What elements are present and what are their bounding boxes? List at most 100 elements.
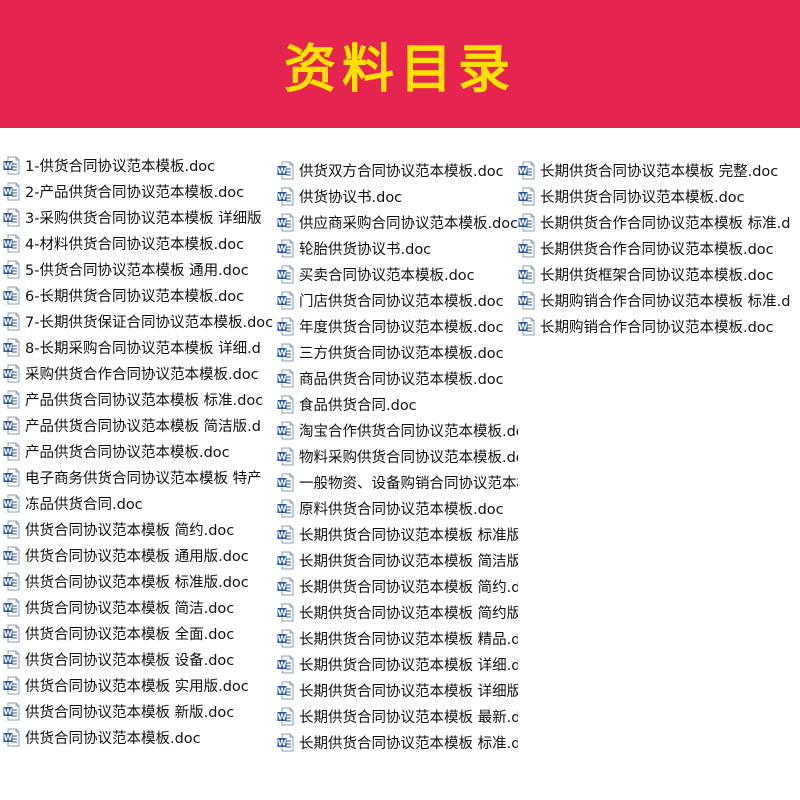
word-doc-icon: W: [518, 317, 535, 336]
svg-text:W: W: [519, 296, 528, 305]
svg-text:W: W: [4, 629, 13, 638]
file-item[interactable]: W 供货双方合同协议范本模板.doc: [277, 157, 518, 183]
file-item[interactable]: W 年度供货合同协议范本模板.doc: [277, 313, 518, 339]
word-doc-icon: W: [3, 234, 20, 253]
file-item[interactable]: W 7-长期供货保证合同协议范本模板.doc: [3, 308, 276, 334]
file-item[interactable]: W 商品供货合同协议范本模板.doc: [277, 365, 518, 391]
svg-text:W: W: [4, 525, 13, 534]
file-item[interactable]: W 轮胎供货协议书.doc: [277, 235, 518, 261]
svg-text:W: W: [4, 655, 13, 664]
svg-text:W: W: [519, 244, 528, 253]
svg-text:W: W: [4, 473, 13, 482]
file-name: 长期购销合作合同协议范本模板.doc: [540, 319, 774, 336]
file-name: 4-材料供货合同协议范本模板.doc: [25, 236, 245, 253]
file-item[interactable]: W 长期购销合作合同协议范本模板.doc: [518, 313, 800, 339]
file-item[interactable]: W 长期供货合同协议范本模板 标准.doc: [277, 729, 518, 755]
file-item[interactable]: W 产品供货合同协议范本模板 标准.doc: [3, 386, 276, 412]
word-doc-icon: W: [3, 338, 20, 357]
file-item[interactable]: W 长期供货合同协议范本模板 完整.doc: [518, 157, 800, 183]
file-name: 8-长期采购合同协议范本模板 详细.d: [25, 340, 261, 357]
svg-text:W: W: [278, 400, 287, 409]
file-item[interactable]: W 2-产品供货合同协议范本模板.doc: [3, 178, 276, 204]
file-item[interactable]: W 物料采购供货合同协议范本模板.doc: [277, 443, 518, 469]
file-item[interactable]: W 三方供货合同协议范本模板.doc: [277, 339, 518, 365]
file-name: 供货合同协议范本模板 实用版.doc: [25, 678, 249, 695]
file-item[interactable]: W 供货合同协议范本模板 设备.doc: [3, 646, 276, 672]
file-item[interactable]: W 1-供货合同协议范本模板.doc: [3, 152, 276, 178]
file-name: 物料采购供货合同协议范本模板.doc: [299, 449, 518, 466]
word-doc-icon: W: [3, 520, 20, 539]
svg-text:W: W: [4, 161, 13, 170]
file-name: 一般物资、设备购销合同协议范本模板.doc: [299, 475, 518, 492]
file-item[interactable]: W 长期供货合同协议范本模板 简洁版.doc: [277, 547, 518, 573]
file-item[interactable]: W 供货合同协议范本模板 标准版.doc: [3, 568, 276, 594]
file-item[interactable]: W 长期供货合同协议范本模板 最新.doc: [277, 703, 518, 729]
svg-text:W: W: [278, 218, 287, 227]
file-item[interactable]: W 一般物资、设备购销合同协议范本模板.doc: [277, 469, 518, 495]
file-item[interactable]: W 供货合同协议范本模板 简约.doc: [3, 516, 276, 542]
file-item[interactable]: W 长期供货合同协议范本模板 标准版.doc: [277, 521, 518, 547]
file-name: 长期供货合同协议范本模板 简约.doc: [299, 579, 518, 596]
file-item[interactable]: W 供货合同协议范本模板.doc: [3, 724, 276, 750]
file-name: 食品供货合同.doc: [299, 397, 417, 414]
file-item[interactable]: W 3-采购供货合同协议范本模板 详细版: [3, 204, 276, 230]
file-item[interactable]: W 长期供货合同协议范本模板 简约.doc: [277, 573, 518, 599]
file-item[interactable]: W 长期供货合作合同协议范本模板.doc: [518, 235, 800, 261]
word-doc-icon: W: [3, 312, 20, 331]
file-column-2: W 供货双方合同协议范本模板.doc W 供货协议书.doc W 供应商采购合同协议范本模…: [277, 157, 518, 755]
file-item[interactable]: W 采购供货合作合同协议范本模板.doc: [3, 360, 276, 386]
file-item[interactable]: W 供货协议书.doc: [277, 183, 518, 209]
file-item[interactable]: W 供货合同协议范本模板 实用版.doc: [3, 672, 276, 698]
file-item[interactable]: W 产品供货合同协议范本模板.doc: [3, 438, 276, 464]
file-item[interactable]: W 冻品供货合同.doc: [3, 490, 276, 516]
header-banner: 资料目录: [0, 0, 800, 128]
file-item[interactable]: W 5-供货合同协议范本模板 通用.doc: [3, 256, 276, 282]
word-doc-icon: W: [518, 161, 535, 180]
file-item[interactable]: W 买卖合同协议范本模板.doc: [277, 261, 518, 287]
svg-text:W: W: [278, 582, 287, 591]
file-name: 长期供货合同协议范本模板 简约版.doc: [299, 605, 518, 622]
svg-text:W: W: [278, 686, 287, 695]
svg-text:W: W: [4, 577, 13, 586]
file-item[interactable]: W 供应商采购合同协议范本模板.doc: [277, 209, 518, 235]
file-item[interactable]: W 电子商务供货合同协议范本模板 特产: [3, 464, 276, 490]
file-item[interactable]: W 供货合同协议范本模板 通用版.doc: [3, 542, 276, 568]
word-doc-icon: W: [3, 598, 20, 617]
word-doc-icon: W: [3, 572, 20, 591]
file-item[interactable]: W 长期供货合同协议范本模板 详细版.doc: [277, 677, 518, 703]
svg-text:W: W: [4, 317, 13, 326]
word-doc-icon: W: [277, 343, 294, 362]
file-item[interactable]: W 4-材料供货合同协议范本模板.doc: [3, 230, 276, 256]
file-item[interactable]: W 供货合同协议范本模板 简洁.doc: [3, 594, 276, 620]
word-doc-icon: W: [3, 182, 20, 201]
file-item[interactable]: W 长期购销合作合同协议范本模板 标准.d: [518, 287, 800, 313]
word-doc-icon: W: [277, 213, 294, 232]
file-name: 供货合同协议范本模板 标准版.doc: [25, 574, 249, 591]
file-item[interactable]: W 供货合同协议范本模板 新版.doc: [3, 698, 276, 724]
file-item[interactable]: W 淘宝合作供货合同协议范本模板.doc: [277, 417, 518, 443]
file-name: 长期供货框架合同协议范本模板.doc: [540, 267, 774, 284]
file-item[interactable]: W 供货合同协议范本模板 全面.doc: [3, 620, 276, 646]
file-name: 长期供货合同协议范本模板.doc: [540, 189, 745, 206]
word-doc-icon: W: [277, 447, 294, 466]
file-name: 供货合同协议范本模板 全面.doc: [25, 626, 235, 643]
file-item[interactable]: W 8-长期采购合同协议范本模板 详细.d: [3, 334, 276, 360]
file-item[interactable]: W 食品供货合同.doc: [277, 391, 518, 417]
word-doc-icon: W: [518, 239, 535, 258]
word-doc-icon: W: [3, 416, 20, 435]
svg-text:W: W: [278, 166, 287, 175]
word-doc-icon: W: [277, 681, 294, 700]
file-name: 长期供货合同协议范本模板 详细版.doc: [299, 683, 518, 700]
file-item[interactable]: W 长期供货合同协议范本模板 简约版.doc: [277, 599, 518, 625]
file-item[interactable]: W 门店供货合同协议范本模板.doc: [277, 287, 518, 313]
file-item[interactable]: W 长期供货合同协议范本模板 详细.doc: [277, 651, 518, 677]
file-item[interactable]: W 原料供货合同协议范本模板.doc: [277, 495, 518, 521]
svg-text:W: W: [4, 265, 13, 274]
file-item[interactable]: W 长期供货合同协议范本模板.doc: [518, 183, 800, 209]
file-item[interactable]: W 长期供货合作合同协议范本模板 标准.d: [518, 209, 800, 235]
word-doc-icon: W: [277, 239, 294, 258]
file-item[interactable]: W 长期供货合同协议范本模板 精品.doc: [277, 625, 518, 651]
file-item[interactable]: W 长期供货框架合同协议范本模板.doc: [518, 261, 800, 287]
file-item[interactable]: W 产品供货合同协议范本模板 简洁版.d: [3, 412, 276, 438]
file-item[interactable]: W 6-长期供货合同协议范本模板.doc: [3, 282, 276, 308]
